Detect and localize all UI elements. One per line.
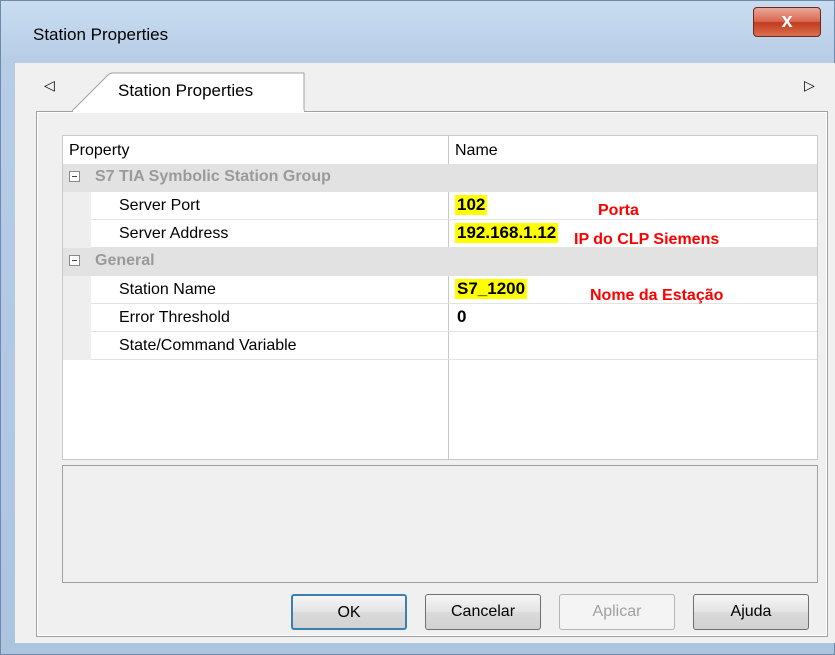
table-row[interactable]: Error Threshold 0 <box>63 304 817 332</box>
tab-station-properties[interactable]: Station Properties <box>72 72 306 112</box>
tab-label: Station Properties <box>118 81 254 100</box>
cancel-button-label: Cancelar <box>450 603 516 620</box>
property-value[interactable]: 192.168.1.12 <box>455 223 559 243</box>
annotation-port: Porta <box>598 202 639 219</box>
help-button-label: Ajuda <box>730 603 772 620</box>
property-name: State/Command Variable <box>119 337 297 354</box>
grid-header: Property Name <box>63 136 817 164</box>
help-button[interactable]: Ajuda <box>693 594 809 630</box>
close-icon: x <box>781 10 793 32</box>
property-name: Server Port <box>119 197 200 214</box>
property-value[interactable]: 0 <box>455 307 468 327</box>
property-name: Station Name <box>119 281 216 298</box>
property-value[interactable]: S7_1200 <box>455 279 528 299</box>
collapse-icon[interactable] <box>69 171 80 182</box>
header-property[interactable]: Property <box>69 142 129 160</box>
annotation-station-name: Nome da Estação <box>590 287 724 304</box>
table-row[interactable]: State/Command Variable <box>63 332 817 360</box>
tab-scroll-left-icon[interactable]: ◁ <box>44 77 55 94</box>
group-label: S7 TIA Symbolic Station Group <box>95 168 331 185</box>
tab-scroll-right-icon[interactable]: ▷ <box>804 77 815 94</box>
property-value[interactable]: 102 <box>455 195 488 215</box>
apply-button[interactable]: Aplicar <box>559 594 675 630</box>
group-label: General <box>95 252 155 269</box>
description-pane <box>62 465 818 583</box>
group-row-general[interactable]: General <box>63 248 817 276</box>
annotation-ip: IP do CLP Siemens <box>574 231 720 248</box>
cancel-button[interactable]: Cancelar <box>425 594 541 630</box>
group-row-s7[interactable]: S7 TIA Symbolic Station Group <box>63 164 817 192</box>
table-row[interactable]: Server Port 102 <box>63 192 817 220</box>
property-name: Server Address <box>119 225 229 242</box>
collapse-icon[interactable] <box>69 255 80 266</box>
ok-button-label: OK <box>337 604 361 621</box>
close-button[interactable]: x <box>753 7 821 37</box>
ok-button[interactable]: OK <box>291 594 407 630</box>
window-title: Station Properties <box>33 25 169 44</box>
title-bar[interactable]: Station Properties x <box>1 1 834 63</box>
apply-button-label: Aplicar <box>592 603 642 620</box>
property-name: Error Threshold <box>119 309 230 326</box>
header-name[interactable]: Name <box>455 142 498 160</box>
